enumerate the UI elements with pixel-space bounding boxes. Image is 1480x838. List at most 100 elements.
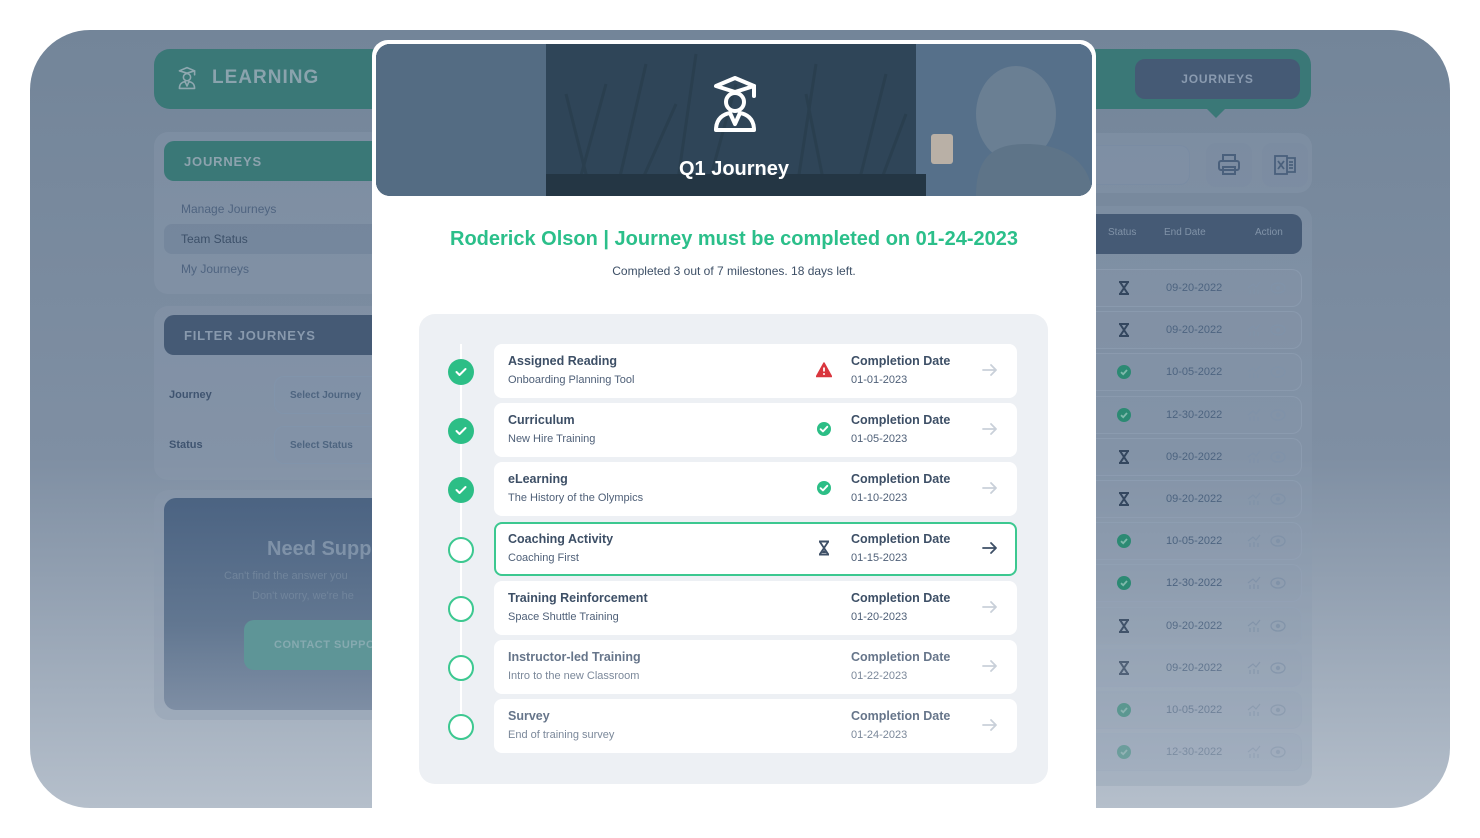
completion-date-label: Completion Date (851, 472, 951, 486)
end-date: 12-30-2022 (1166, 746, 1223, 759)
table-row[interactable]: 09-20-2022 (1096, 269, 1302, 307)
milestone-card[interactable]: Instructor-led Training Intro to the new … (494, 640, 1017, 694)
table-row[interactable]: 12-30-2022 (1096, 564, 1302, 603)
support-text-2: Don't worry, we're he (252, 590, 354, 602)
view-icon[interactable] (1270, 366, 1286, 379)
filter-row-journey: Journey Select Journey (169, 376, 384, 414)
milestone-pending-marker (448, 596, 474, 622)
view-icon[interactable] (1270, 577, 1286, 590)
printer-icon (1218, 154, 1240, 175)
arrow-right-icon[interactable] (982, 659, 998, 673)
status-pending-icon (1119, 660, 1129, 675)
completion-date: 01-20-2023 (851, 611, 908, 623)
view-icon[interactable] (1270, 493, 1286, 505)
view-icon[interactable] (1270, 746, 1286, 758)
milestone-title: Coaching Activity (508, 532, 614, 546)
table-row[interactable]: 09-20-2022 (1096, 648, 1302, 687)
table-row[interactable]: 10-05-2022 (1096, 691, 1302, 729)
view-icon[interactable] (1270, 535, 1286, 547)
chart-icon[interactable] (1247, 323, 1261, 337)
menu-item-my-journeys[interactable]: My Journeys (164, 254, 384, 284)
check-icon (455, 368, 467, 376)
chart-icon[interactable] (1247, 281, 1261, 295)
milestone-card[interactable]: Survey End of training survey Completion D… (494, 699, 1017, 753)
chart-icon[interactable] (1247, 703, 1261, 717)
milestone-pending-marker (448, 655, 474, 681)
milestone-card[interactable]: eLearning The History of the Olympics Comp… (494, 462, 1017, 516)
milestone-title: Instructor-led Training (508, 650, 641, 664)
status-complete-icon (1117, 534, 1131, 549)
contact-support-button[interactable]: CONTACT SUPPO (244, 620, 384, 670)
table-row[interactable]: 10-05-2022 (1096, 522, 1302, 561)
view-icon[interactable] (1270, 408, 1286, 421)
brand-label: LEARNING (212, 67, 320, 88)
chart-icon[interactable] (1247, 450, 1261, 464)
end-date: 09-20-2022 (1166, 619, 1223, 632)
milestone-card[interactable]: Assigned Reading Onboarding Planning Tool… (494, 344, 1017, 398)
chart-icon[interactable] (1247, 534, 1261, 548)
table-row[interactable]: 12-30-2022 (1096, 395, 1302, 434)
table-header: Status End Date Action (1096, 214, 1302, 254)
column-action: Action (1255, 227, 1283, 238)
chart-icon[interactable] (1247, 745, 1261, 759)
view-icon[interactable] (1270, 619, 1286, 632)
status-complete-icon (1117, 703, 1131, 717)
milestone-card[interactable]: Training Reinforcement Space Shuttle Trai… (494, 581, 1017, 635)
chart-icon[interactable] (1247, 661, 1261, 675)
chart-icon[interactable] (1247, 408, 1261, 422)
arrow-right-icon[interactable] (982, 481, 998, 495)
chart-icon[interactable] (1247, 365, 1261, 379)
completion-date: 01-22-2023 (851, 670, 908, 682)
view-icon[interactable] (1270, 704, 1286, 716)
search-input[interactable] (1096, 145, 1190, 185)
nav-tab-journeys[interactable]: JOURNEYS (1135, 59, 1300, 99)
column-end-date: End Date (1164, 227, 1206, 238)
view-icon[interactable] (1270, 282, 1286, 294)
milestone-subtitle: The History of the Olympics (508, 492, 644, 504)
milestone-subtitle: End of training survey (508, 729, 615, 741)
print-button[interactable] (1206, 143, 1252, 187)
view-icon[interactable] (1270, 662, 1286, 674)
milestone-complete-marker (448, 477, 474, 503)
milestone-subtitle: Space Shuttle Training (508, 611, 619, 623)
table-row[interactable]: 10-05-2022 (1096, 353, 1302, 392)
table-row[interactable]: 09-20-2022 (1096, 606, 1302, 645)
milestone-complete-marker (448, 418, 474, 444)
arrow-right-icon[interactable] (982, 363, 998, 377)
table-row[interactable]: 09-20-2022 (1096, 480, 1302, 518)
milestone-item: Assigned Reading Onboarding Planning Tool… (419, 344, 1048, 400)
export-excel-button[interactable] (1262, 143, 1308, 187)
table-row[interactable]: 09-20-2022 (1096, 437, 1302, 476)
arrow-right-icon[interactable] (982, 422, 998, 436)
chart-icon[interactable] (1247, 576, 1261, 590)
milestone-subtitle: New Hire Training (508, 433, 596, 445)
status-select[interactable]: Select Status (274, 426, 384, 464)
milestone-item: Training Reinforcement Space Shuttle Trai… (419, 581, 1048, 637)
end-date: 10-05-2022 (1166, 704, 1223, 716)
completion-date-label: Completion Date (851, 591, 951, 605)
table-row[interactable]: 12-30-2022 (1096, 733, 1302, 772)
arrow-right-icon[interactable] (982, 600, 998, 614)
view-icon[interactable] (1270, 324, 1286, 336)
table-row[interactable]: 09-20-2022 (1096, 311, 1302, 350)
milestone-card[interactable]: Curriculum New Hire Training Completion Da… (494, 403, 1017, 457)
status-pending-icon (1119, 281, 1129, 295)
arrow-right-icon[interactable] (982, 718, 998, 732)
milestone-subtitle: Intro to the new Classroom (508, 670, 640, 682)
completion-date-label: Completion Date (851, 709, 951, 723)
graduate-icon (714, 76, 756, 132)
milestone-card[interactable]: Coaching Activity Coaching First Completio… (494, 522, 1017, 576)
journey-select[interactable]: Select Journey (274, 376, 384, 414)
journey-deadline-headline: Roderick Olson | Journey must be complet… (450, 228, 1018, 250)
chart-icon[interactable] (1247, 619, 1261, 633)
milestone-subtitle: Onboarding Planning Tool (508, 374, 635, 386)
hourglass-icon (819, 540, 829, 556)
arrow-right-icon[interactable] (982, 541, 998, 555)
chart-icon[interactable] (1247, 492, 1261, 506)
view-icon[interactable] (1270, 451, 1286, 463)
menu-item-manage-journeys[interactable]: Manage Journeys (164, 194, 384, 224)
menu-item-team-status[interactable]: Team Status (164, 224, 384, 254)
table-toolbar (1096, 133, 1312, 193)
check-circle-icon (817, 422, 831, 436)
check-circle-icon (817, 481, 831, 495)
